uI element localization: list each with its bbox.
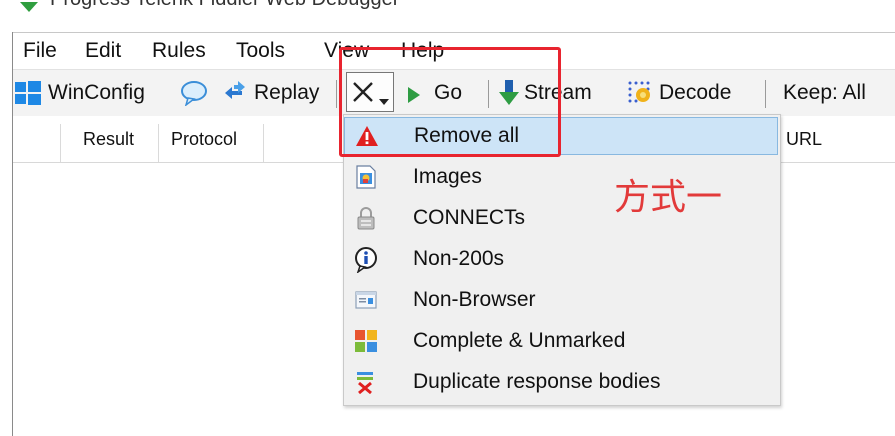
toolbar-separator [336,80,337,108]
winconfig-button[interactable]: WinConfig [15,70,145,116]
replay-button[interactable]: Replay [222,70,319,116]
replay-label: Replay [254,81,320,104]
menu-edit[interactable]: Edit [85,39,121,63]
menu-item-non-browser[interactable]: Non-Browser [344,282,778,318]
window-title: Progress Telerik Fiddler Web Debugger [50,0,399,11]
menu-item-non-200s[interactable]: Non-200s [344,241,778,277]
duplicate-remove-icon [354,370,378,395]
column-separator [263,124,264,162]
colored-squares-icon [354,329,378,353]
annotation-note: 方式一 [614,177,723,218]
menu-item-label: Complete & Unmarked [413,329,626,352]
column-result[interactable]: Result [83,116,134,162]
toolbar-separator [765,80,766,108]
column-separator [158,124,159,162]
decode-label: Decode [659,81,732,104]
fiddler-logo-icon [20,2,38,21]
decode-grid-icon [627,80,655,106]
keep-label: Keep: All [783,81,866,104]
comment-button[interactable] [180,70,208,116]
windows-logo-icon [15,81,41,105]
speech-bubble-icon [180,80,208,107]
info-icon [354,247,378,274]
column-separator [60,124,61,162]
red-highlight-box [339,47,561,157]
menu-tools[interactable]: Tools [236,39,285,63]
column-protocol[interactable]: Protocol [171,116,237,162]
menu-file[interactable]: File [23,39,57,63]
menu-item-label: Images [413,165,482,188]
keep-dropdown[interactable]: Keep: All [783,70,866,116]
decode-button[interactable]: Decode [627,70,731,116]
title-bar: Progress Telerik Fiddler Web Debugger [0,0,895,32]
menu-item-label: Duplicate response bodies [413,370,661,393]
image-file-icon [354,165,378,189]
menu-item-label: Non-Browser [413,288,536,311]
menu-rules[interactable]: Rules [152,39,206,63]
window-icon [354,288,378,312]
replay-arrows-icon [222,81,248,105]
menu-item-complete-unmarked[interactable]: Complete & Unmarked [344,323,778,359]
menu-item-duplicate-bodies[interactable]: Duplicate response bodies [344,364,778,400]
menu-item-label: CONNECTs [413,206,526,229]
lock-icon [354,206,378,230]
remove-sessions-menu: Remove all Images CONNECTs Non-200s Non-… [343,114,781,406]
winconfig-label: WinConfig [48,81,145,104]
menu-item-label: Non-200s [413,247,505,270]
column-url[interactable]: URL [786,116,822,162]
